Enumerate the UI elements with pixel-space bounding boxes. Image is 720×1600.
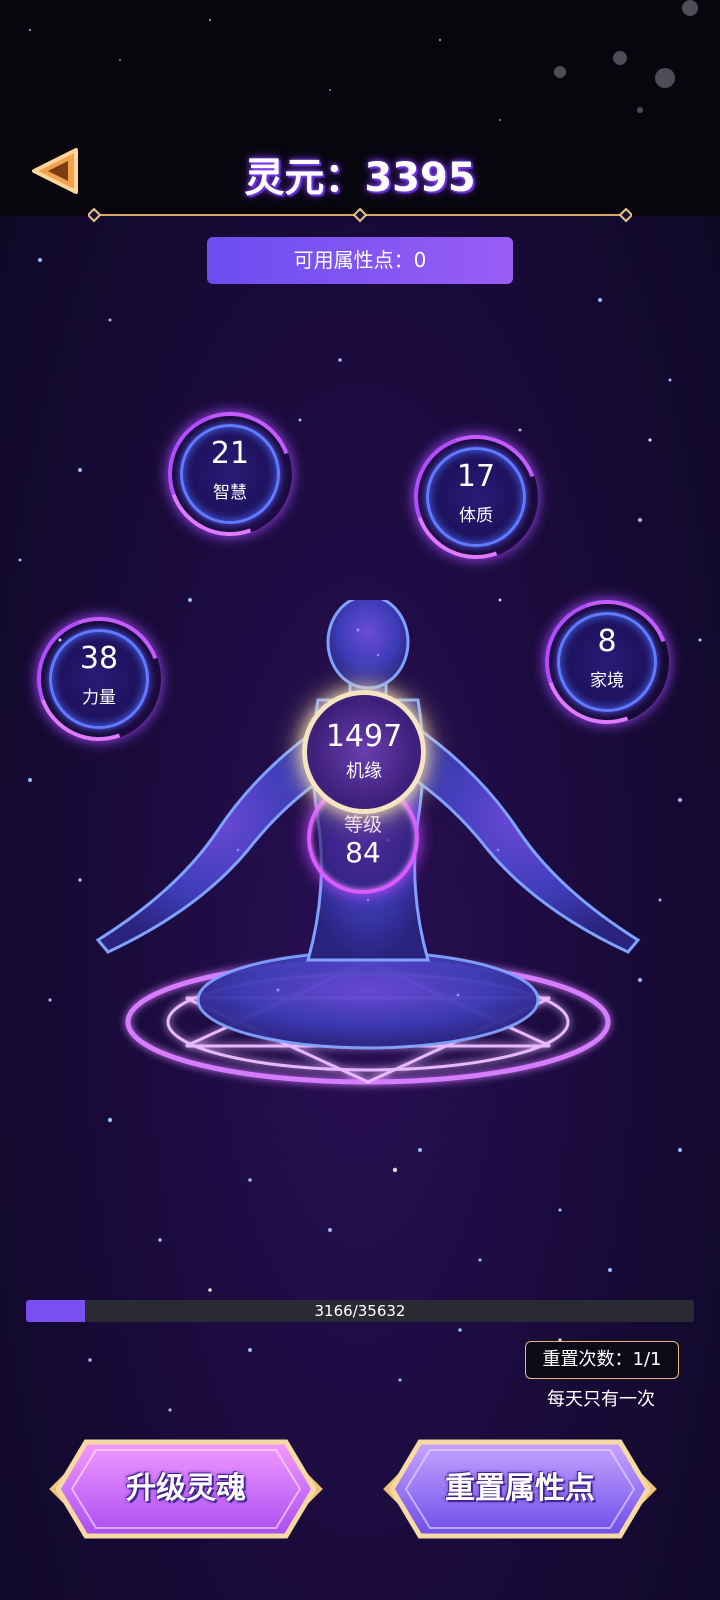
stat-strength-value: 38 [79,641,119,676]
upgrade-soul-label: 升级灵魂 [126,1471,246,1506]
title-divider [88,207,632,223]
reset-count-badge: 重置次数：1/1 [525,1341,679,1379]
page-title: 灵元：3395 [244,155,476,201]
reset-daily-note: 每天只有一次 [547,1389,655,1410]
stat-wisdom-label: 智慧 [213,483,247,503]
stat-fortune-label: 机缘 [346,761,382,782]
stat-constitution-value: 17 [456,459,496,494]
level-value: 84 [345,836,381,869]
top-bar: 灵元：3395 [0,0,720,216]
available-points-badge: 可用属性点：0 [207,237,513,284]
stat-family-label: 家境 [590,671,624,691]
progress-text: 3166/35632 [314,1302,406,1320]
stat-family-value: 8 [597,624,617,659]
reset-points-button[interactable]: 重置属性点 [372,1438,668,1540]
experience-progress-bar: 3166/35632 [26,1300,694,1322]
stat-wisdom[interactable]: 21 智慧 [147,391,313,557]
level-label: 等级 [343,814,382,836]
stat-fortune[interactable]: 1497 机缘 [302,690,426,814]
stat-constitution-label: 体质 [459,506,493,526]
stat-fortune-value: 1497 [325,719,403,754]
stat-strength-label: 力量 [82,688,116,708]
stat-wisdom-value: 21 [210,436,250,471]
upgrade-soul-button[interactable]: 升级灵魂 [38,1438,334,1540]
stat-constitution[interactable]: 17 体质 [393,414,559,580]
stat-family[interactable]: 8 家境 [524,579,690,745]
stat-strength[interactable]: 38 力量 [16,596,182,762]
reset-points-label: 重置属性点 [445,1471,595,1506]
